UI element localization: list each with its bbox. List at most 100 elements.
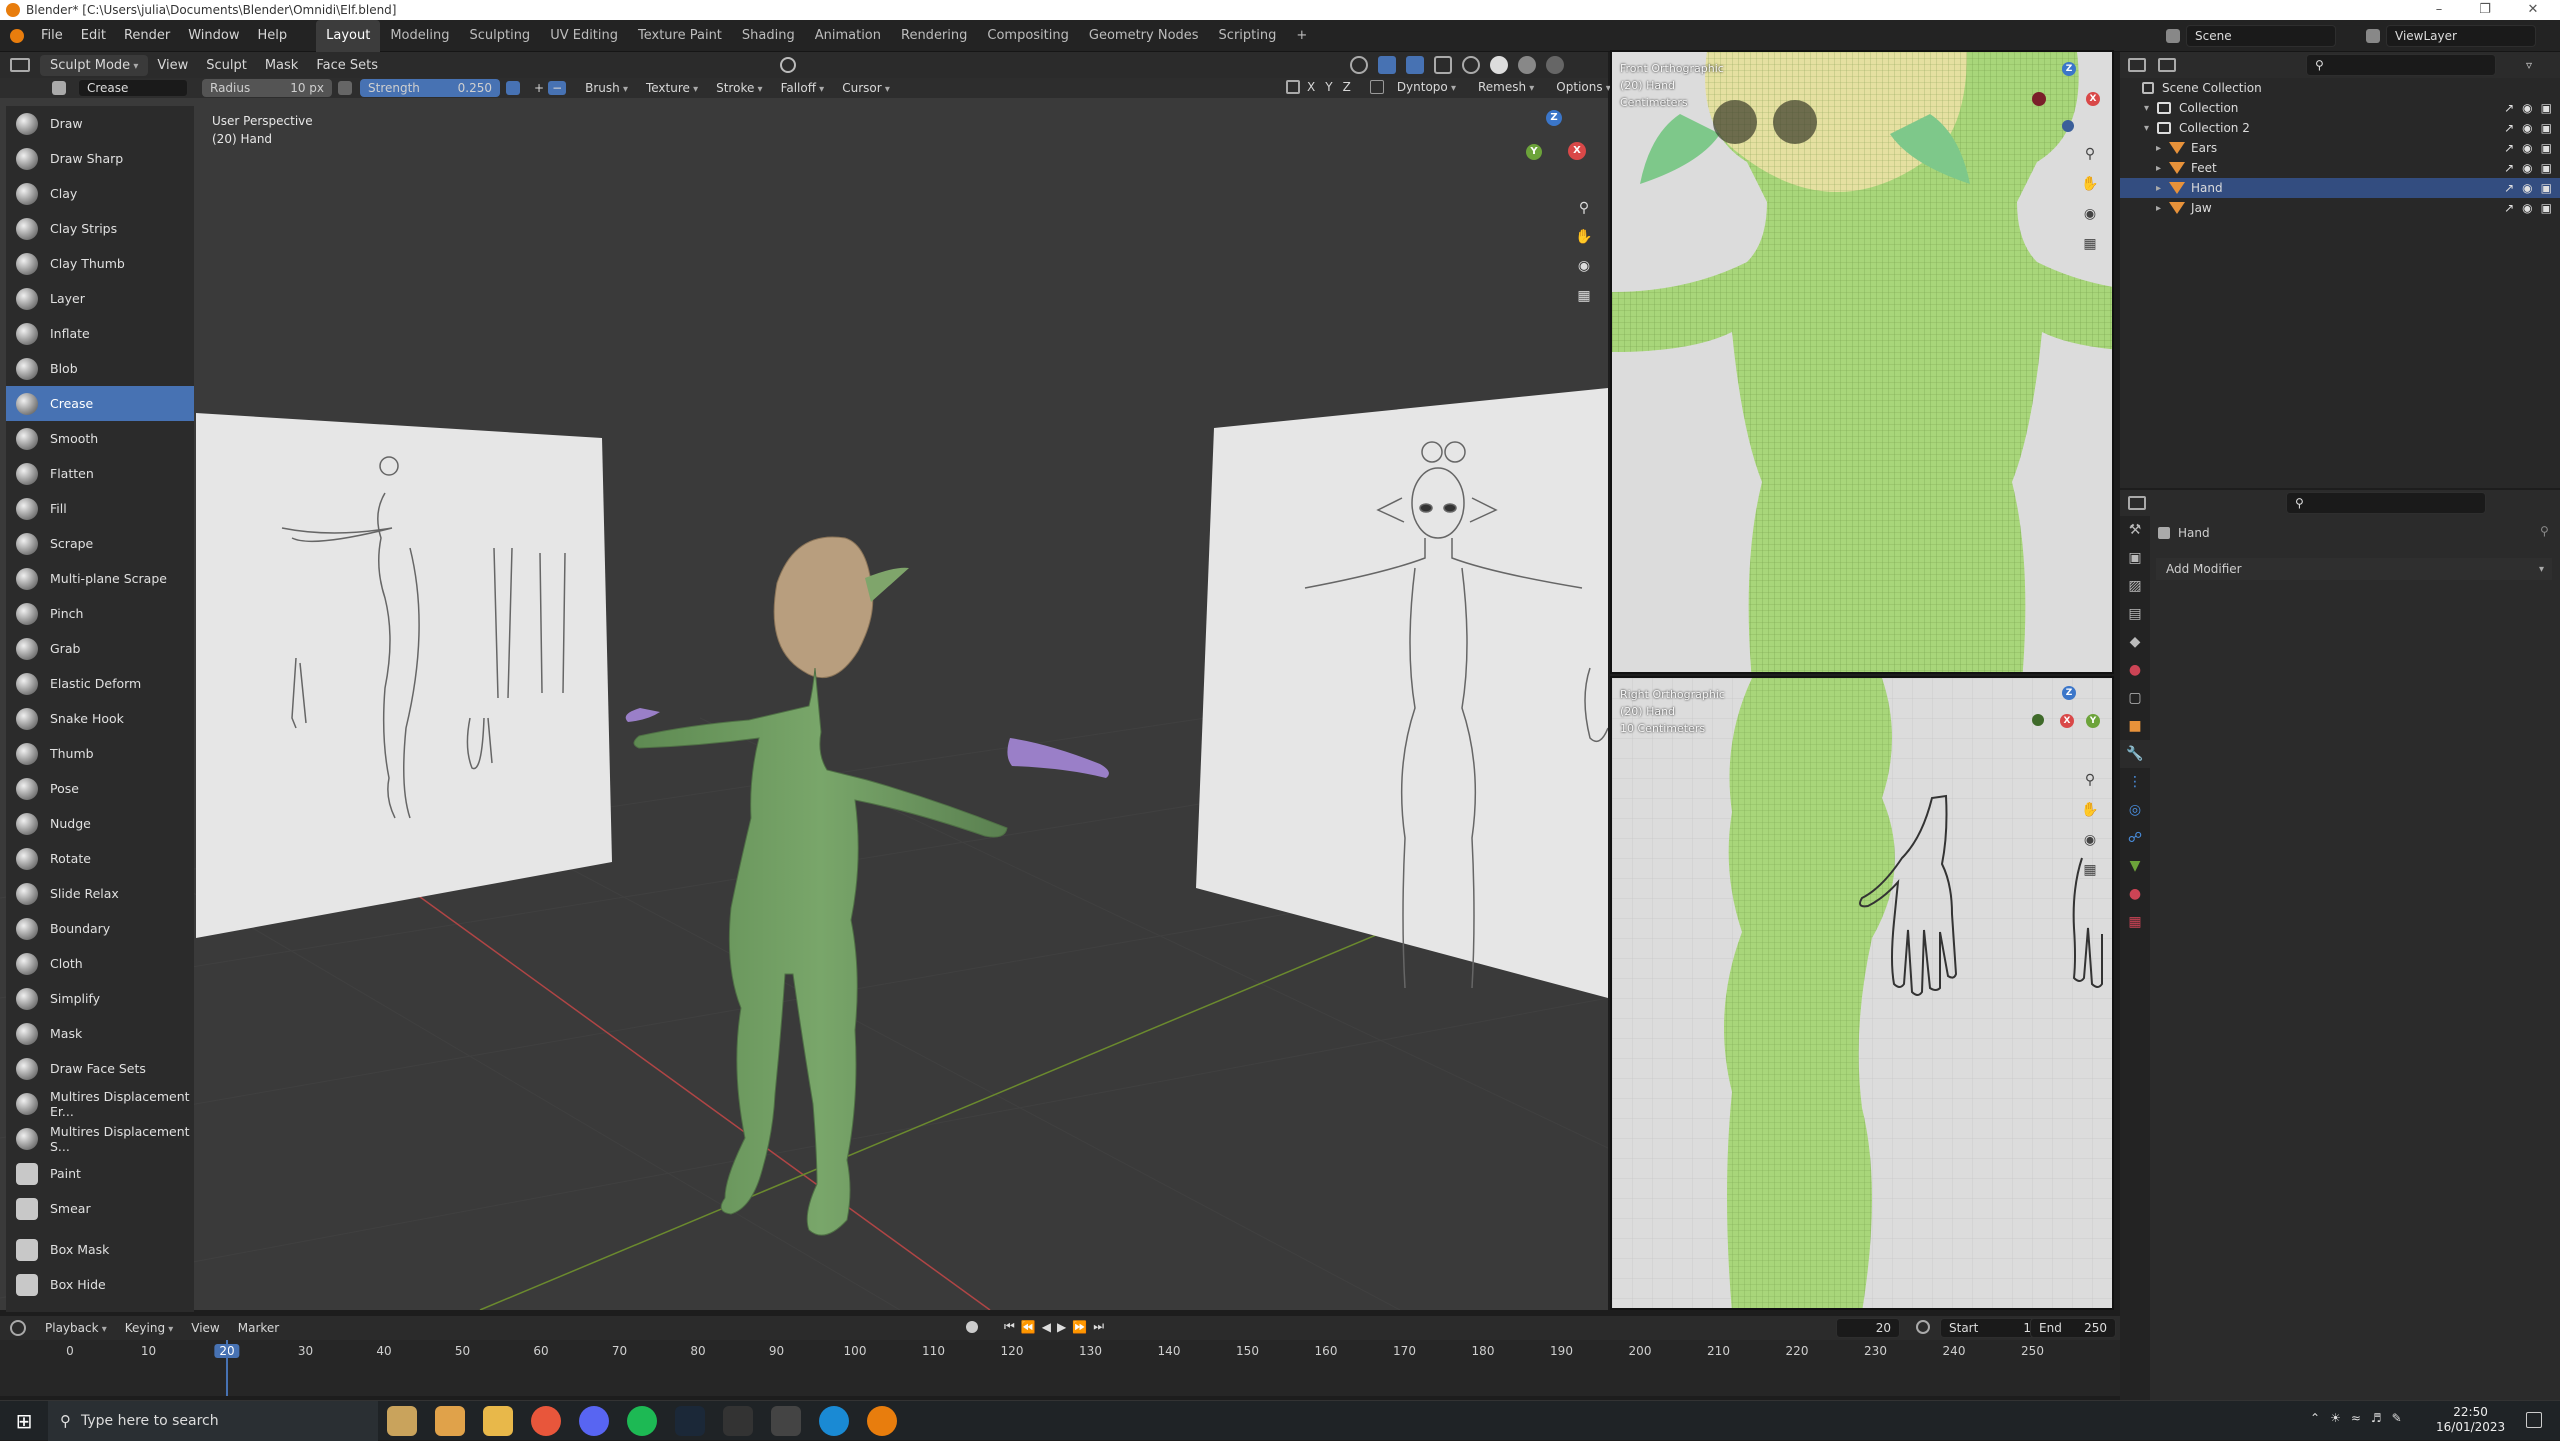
record-icon[interactable] xyxy=(966,1320,978,1333)
wireframe-shading-icon[interactable] xyxy=(1462,56,1480,74)
tool-grab[interactable]: Grab xyxy=(6,631,194,666)
tool-smooth[interactable]: Smooth xyxy=(6,421,194,456)
particles-tab-icon[interactable]: ⋮ xyxy=(2120,768,2150,796)
direction-add-button[interactable]: + xyxy=(530,81,548,95)
tool-boundary[interactable]: Boundary xyxy=(6,911,194,946)
collection-tab-icon[interactable]: ▢ xyxy=(2120,684,2150,712)
pivot-icon[interactable] xyxy=(780,57,796,73)
discord-icon[interactable] xyxy=(579,1405,609,1436)
right-gizmo-y[interactable]: Y xyxy=(2086,714,2100,728)
tool-multires-displacement-s[interactable]: Multires Displacement S... xyxy=(6,1121,194,1156)
outliner-item-collection[interactable]: ▾ Collection ↗ ◉ ▣ xyxy=(2120,98,2560,118)
selectable-icon[interactable]: ↗ xyxy=(2504,141,2514,155)
tab-layout[interactable]: Layout xyxy=(316,19,381,52)
tool-clay-thumb[interactable]: Clay Thumb xyxy=(6,246,194,281)
tool-scrape[interactable]: Scrape xyxy=(6,526,194,561)
current-frame-field[interactable]: 20 xyxy=(1836,1318,1900,1338)
stroke-menu[interactable]: Stroke xyxy=(707,81,771,95)
scene-field[interactable]: Scene xyxy=(2186,25,2336,47)
front-gizmo-neg-z[interactable] xyxy=(2062,120,2074,132)
render-icon[interactable]: ▣ xyxy=(2541,101,2552,115)
texture-tab-icon[interactable]: ▦ xyxy=(2120,908,2150,936)
strength-slider[interactable]: Strength 0.250 xyxy=(360,79,500,97)
visibility-icon[interactable]: ◉ xyxy=(2522,101,2532,115)
radius-slider[interactable]: Radius 10 px xyxy=(202,79,332,97)
taskbar-clock[interactable]: 22:50 16/01/2023 xyxy=(2436,1405,2505,1435)
tool-layer[interactable]: Layer xyxy=(6,281,194,316)
properties-editor-icon[interactable] xyxy=(2128,496,2146,510)
front-pan-icon[interactable]: ✋ xyxy=(2078,172,2102,196)
object-tab-icon[interactable]: ■ xyxy=(2120,712,2150,740)
menu-face-sets[interactable]: Face Sets xyxy=(307,58,387,73)
tool-draw[interactable]: Draw xyxy=(6,106,194,141)
expand-toggle-icon[interactable]: ▸ xyxy=(2156,183,2161,194)
epic-games-icon[interactable] xyxy=(723,1405,753,1436)
news-widget-icon[interactable] xyxy=(387,1405,417,1436)
tab-sculpting[interactable]: Sculpting xyxy=(459,20,540,52)
tab-texture-paint[interactable]: Texture Paint xyxy=(628,20,732,52)
timeline-editor-icon[interactable] xyxy=(10,1320,26,1336)
selectable-icon[interactable]: ↗ xyxy=(2504,161,2514,175)
playhead[interactable] xyxy=(226,1340,228,1396)
play-reverse-icon[interactable]: ◀ xyxy=(1042,1320,1051,1334)
expand-toggle-icon[interactable]: ▸ xyxy=(2156,143,2161,154)
jump-keyframe-forward-icon[interactable]: ⏩ xyxy=(1072,1320,1087,1334)
timeline-view-menu[interactable]: View xyxy=(182,1321,228,1335)
marker-menu[interactable]: Marker xyxy=(229,1321,288,1335)
outliner-item-hand[interactable]: ▸ Hand ↗ ◉ ▣ xyxy=(2120,178,2560,198)
camera-view-icon[interactable]: ◉ xyxy=(1572,254,1596,278)
tab-scripting[interactable]: Scripting xyxy=(1209,20,1287,52)
unity-hub-icon[interactable] xyxy=(771,1405,801,1436)
outliner-item-feet[interactable]: ▸ Feet ↗ ◉ ▣ xyxy=(2120,158,2560,178)
tool-multi-plane-scrape[interactable]: Multi-plane Scrape xyxy=(6,561,194,596)
modifier-tab-icon[interactable]: 🔧 xyxy=(2120,740,2150,768)
tab-geometry-nodes[interactable]: Geometry Nodes xyxy=(1079,20,1209,52)
tab-compositing[interactable]: Compositing xyxy=(977,20,1079,52)
rendered-shading-icon[interactable] xyxy=(1546,56,1564,74)
ortho-grid-icon[interactable]: ▦ xyxy=(1572,284,1596,308)
tool-multires-displacement-er[interactable]: Multires Displacement Er... xyxy=(6,1086,194,1121)
expand-toggle-icon[interactable]: ▸ xyxy=(2156,203,2161,214)
selectable-icon[interactable]: ↗ xyxy=(2504,201,2514,215)
remesh-menu[interactable]: Remesh xyxy=(1469,80,1543,94)
render-icon[interactable]: ▣ xyxy=(2541,161,2552,175)
right-zoom-icon[interactable]: ⚲ xyxy=(2078,768,2102,792)
blender-menu-icon[interactable] xyxy=(10,28,24,43)
menu-sculpt[interactable]: Sculpt xyxy=(197,58,256,73)
front-gizmo-z[interactable]: Z xyxy=(2062,62,2076,76)
tool-pinch[interactable]: Pinch xyxy=(6,596,194,631)
add-modifier-button[interactable]: Add Modifier ▾ xyxy=(2156,558,2552,580)
3d-viewport[interactable] xyxy=(0,98,1608,1310)
constraints-tab-icon[interactable]: ☍ xyxy=(2120,824,2150,852)
outliner-item-collection-2[interactable]: ▾ Collection 2 ↗ ◉ ▣ xyxy=(2120,118,2560,138)
physics-tab-icon[interactable]: ◎ xyxy=(2120,796,2150,824)
front-gizmo-x[interactable]: X xyxy=(2086,92,2100,106)
view-layer-tab-icon[interactable]: ▤ xyxy=(2120,600,2150,628)
visibility-icon[interactable] xyxy=(1350,56,1368,74)
front-gizmo-neg-x[interactable] xyxy=(2032,92,2046,106)
pin-icon[interactable]: ⚲ xyxy=(2540,524,2549,538)
selectable-icon[interactable]: ↗ xyxy=(2504,121,2514,135)
front-grid-icon[interactable]: ▦ xyxy=(2078,232,2102,256)
visibility-icon[interactable]: ◉ xyxy=(2522,161,2532,175)
outliner-item-jaw[interactable]: ▸ Jaw ↗ ◉ ▣ xyxy=(2120,198,2560,218)
symmetry-y-button[interactable]: Y xyxy=(1322,80,1335,94)
timeline-area[interactable]: 0102030405060708090100110120130140150160… xyxy=(0,1340,2120,1396)
right-camera-icon[interactable]: ◉ xyxy=(2078,828,2102,852)
world-tab-icon[interactable]: ● xyxy=(2120,656,2150,684)
tool-flatten[interactable]: Flatten xyxy=(6,456,194,491)
firefox-icon[interactable] xyxy=(531,1405,561,1436)
tray-chevron-up-icon[interactable]: ⌃ xyxy=(2310,1411,2320,1425)
editor-type-icon[interactable] xyxy=(10,58,30,72)
right-gizmo-z[interactable]: Z xyxy=(2062,686,2076,700)
tool-smear[interactable]: Smear xyxy=(6,1191,194,1226)
gizmo-toggle-icon[interactable] xyxy=(1378,56,1396,74)
scene-tab-icon[interactable]: ◆ xyxy=(2120,628,2150,656)
menu-help[interactable]: Help xyxy=(249,20,297,52)
start-frame-field[interactable]: Start 1 xyxy=(1940,1318,2040,1338)
tool-thumb[interactable]: Thumb xyxy=(6,736,194,771)
tab-modeling[interactable]: Modeling xyxy=(380,20,459,52)
taskbar-search[interactable]: ⚲ Type here to search xyxy=(48,1400,378,1441)
add-workspace-button[interactable]: + xyxy=(1286,20,1317,52)
maximize-button[interactable]: ❐ xyxy=(2462,0,2508,20)
